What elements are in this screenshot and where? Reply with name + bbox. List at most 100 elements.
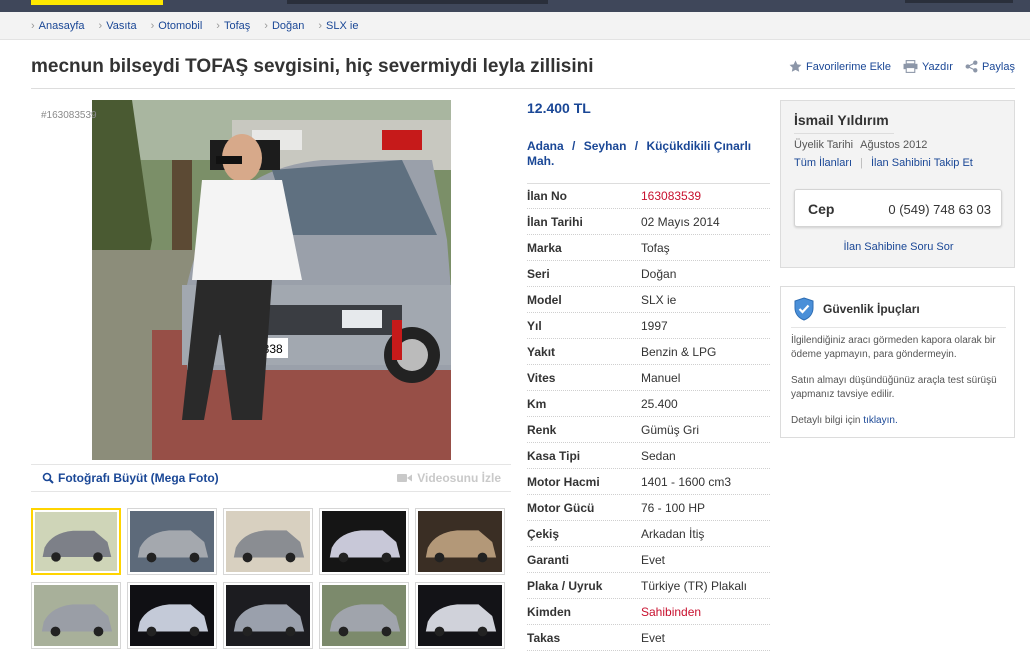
share-label: Paylaş: [981, 60, 1015, 73]
thumbnail-image: [322, 511, 406, 572]
location-city[interactable]: Adana: [527, 139, 564, 153]
photo-thumbnail[interactable]: [415, 582, 505, 649]
photo-thumbnail[interactable]: [319, 508, 409, 575]
detail-value: Benzin & LPG: [641, 344, 717, 359]
listing-location: Adana / Seyhan / Küçükdikili Çınarlı Mah…: [527, 139, 767, 169]
favorite-button[interactable]: Favorilerime Ekle: [789, 60, 891, 73]
detail-value: SLX ie: [641, 292, 677, 307]
detail-value[interactable]: Sahibinden: [641, 605, 701, 619]
site-logo[interactable]: [31, 0, 163, 5]
detail-key: Garanti: [527, 552, 570, 567]
detail-row: İlan Tarihi 02 Mayıs 2014: [527, 209, 770, 235]
car-photo-illustration: 4338: [92, 100, 451, 460]
photo-thumbnail[interactable]: [223, 508, 313, 575]
detail-key: İlan No: [527, 189, 568, 203]
safety-tip: Satın almayı düşündüğünüz araçla test sü…: [791, 375, 997, 400]
detail-key: Motor Gücü: [527, 500, 595, 515]
location-district[interactable]: Seyhan: [584, 139, 627, 153]
detail-key: Km: [527, 396, 547, 411]
detail-row: Vites Manuel: [527, 365, 770, 391]
listing-actions: Favorilerime Ekle Yazdır Paylaş: [777, 60, 1015, 73]
main-photo[interactable]: 4338: [92, 100, 451, 460]
detail-row: Garanti Evet: [527, 547, 770, 573]
detail-key: Marka: [527, 240, 562, 255]
breadcrumb-item[interactable]: Otomobil: [151, 20, 202, 32]
photo-thumbnail[interactable]: [223, 582, 313, 649]
photo-id: #163083539: [41, 110, 97, 121]
video-camera-icon: [397, 474, 413, 482]
thumbnail-image: [35, 512, 117, 571]
video-button[interactable]: Videosunu İzle: [397, 471, 501, 485]
detail-row: Motor Gücü 76 - 100 HP: [527, 495, 770, 521]
safety-header: Güvenlik İpuçları: [793, 297, 920, 321]
safety-more-link[interactable]: tıklayın.: [863, 415, 897, 426]
thumbnail-image: [34, 585, 118, 646]
top-navigation-bar: [0, 0, 1030, 12]
thumbnail-image: [418, 511, 502, 572]
divider: [794, 133, 894, 134]
location-separator: /: [572, 139, 576, 153]
detail-value: 25.400: [641, 396, 678, 411]
share-button[interactable]: Paylaş: [965, 60, 1015, 73]
detail-key: Takas: [527, 630, 561, 645]
detail-value: Tofaş: [641, 240, 670, 255]
seller-links: Tüm İlanları | İlan Sahibini Takip Et: [794, 157, 973, 169]
detail-value: 02 Mayıs 2014: [641, 214, 720, 229]
detail-key: Plaka / Uyruk: [527, 578, 603, 593]
detail-key: Model: [527, 292, 562, 307]
listing-details: İlan No 163083539 İlan Tarihi 02 Mayıs 2014…: [527, 183, 770, 651]
detail-value: Sedan: [641, 448, 676, 463]
detail-value: 1997: [641, 318, 668, 333]
search-input[interactable]: [287, 0, 548, 4]
phone-box[interactable]: Cep 0 (549) 748 63 03: [794, 189, 1002, 227]
thumbnail-image: [418, 585, 502, 646]
printer-icon: [903, 60, 918, 73]
photo-thumbnail[interactable]: [31, 508, 121, 575]
safety-more: Detaylı bilgi için tıklayın.: [791, 414, 1006, 428]
detail-row: Yakıt Benzin & LPG: [527, 339, 770, 365]
divider: [31, 88, 1015, 89]
divider: [791, 327, 1006, 328]
photo-thumbnail[interactable]: [319, 582, 409, 649]
favorite-label: Favorilerime Ekle: [806, 60, 891, 73]
photo-thumbnail[interactable]: [415, 508, 505, 575]
detail-value: Arkadan İtiş: [641, 526, 705, 541]
detail-key: Kimden: [527, 604, 572, 619]
mega-photo-label: Fotoğrafı Büyüt (Mega Foto): [58, 471, 219, 485]
detail-row: Plaka / Uyruk Türkiye (TR) Plakalı: [527, 573, 770, 599]
detail-row: Kimden Sahibinden: [527, 599, 770, 625]
detail-value: Evet: [641, 552, 666, 567]
detail-key: Renk: [527, 422, 557, 437]
breadcrumb-item[interactable]: Tofaş: [216, 20, 250, 32]
detail-row: Takas Evet: [527, 625, 770, 651]
breadcrumb-item[interactable]: SLX ie: [318, 20, 358, 32]
print-button[interactable]: Yazdır: [903, 60, 953, 73]
all-listings-link[interactable]: Tüm İlanları: [794, 157, 852, 169]
mega-photo-button[interactable]: Fotoğrafı Büyüt (Mega Foto): [42, 471, 219, 485]
photo-thumbnail[interactable]: [127, 508, 217, 575]
safety-title: Güvenlik İpuçları: [823, 302, 920, 316]
detail-row: Marka Tofaş: [527, 235, 770, 261]
follow-seller-link[interactable]: İlan Sahibini Takip Et: [871, 157, 973, 169]
detail-row: Motor Hacmi 1401 - 1600 cm3: [527, 469, 770, 495]
phone-label: Cep: [808, 201, 835, 217]
breadcrumb-item[interactable]: Anasayfa: [31, 20, 85, 32]
photo-thumbnail[interactable]: [127, 582, 217, 649]
detail-row: Seri Doğan: [527, 261, 770, 287]
thumbnail-image: [226, 511, 310, 572]
safety-more-text: Detaylı bilgi için: [791, 415, 864, 426]
detail-row: Renk Gümüş Gri: [527, 417, 770, 443]
detail-value: Türkiye (TR) Plakalı: [641, 578, 748, 593]
detail-key: Çekiş: [527, 526, 560, 541]
thumbnail-image: [130, 511, 214, 572]
header-button[interactable]: [905, 0, 1013, 3]
photo-thumbnail[interactable]: [31, 582, 121, 649]
detail-key: Yakıt: [527, 344, 556, 359]
detail-value[interactable]: 163083539: [641, 189, 701, 203]
detail-value: Doğan: [641, 266, 677, 281]
share-icon: [965, 60, 978, 73]
breadcrumb-item[interactable]: Vasıta: [99, 20, 136, 32]
ask-seller-link[interactable]: İlan Sahibine Soru Sor: [781, 241, 1016, 253]
breadcrumb-item[interactable]: Doğan: [264, 20, 304, 32]
detail-value: Evet: [641, 630, 666, 645]
